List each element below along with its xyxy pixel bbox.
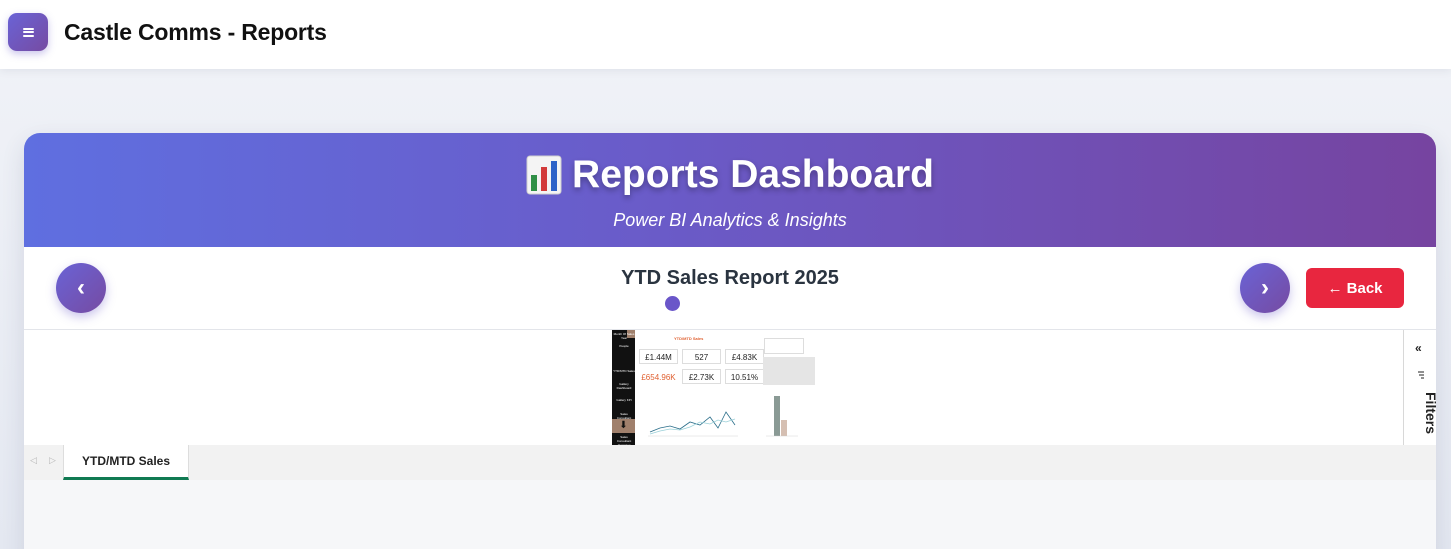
page-tabs-bar: ◁ ▷ YTD/MTD Sales (24, 445, 1436, 480)
report-sidebar-item[interactable]: People (613, 344, 635, 348)
hamburger-icon (22, 27, 34, 37)
reports-card: Reports Dashboard Power BI Analytics & I… (24, 133, 1436, 549)
tab-scroll-left-icon[interactable]: ◁ (30, 455, 37, 466)
report-title: YTD Sales Report 2025 (621, 267, 839, 289)
hero-title: Reports Dashboard (572, 153, 934, 196)
report-navigation: ‹ YTD Sales Report 2025 › ← Back (24, 247, 1436, 330)
report-sidebar: Month Of Sales Year People YTD/MTD Sales… (612, 330, 635, 445)
filters-label[interactable]: Filters (1423, 392, 1436, 434)
kpi-card: £4.83K (725, 349, 764, 364)
report-sidebar-item[interactable]: Gallery KPI (613, 398, 635, 402)
hero-subtitle: Power BI Analytics & Insights (613, 210, 847, 230)
kpi-card: £654.96K (639, 369, 678, 384)
top-bar: Castle Comms - Reports (0, 0, 1451, 69)
report-indicator-dot[interactable] (665, 296, 680, 311)
sales-bar-chart (766, 396, 798, 437)
year-slicer[interactable] (764, 338, 804, 354)
report-sidebar-item[interactable]: Month Of Sales Year (613, 332, 635, 340)
filters-pane[interactable]: « Filters (1403, 330, 1436, 445)
bar-chart-icon (526, 155, 562, 195)
report-sidebar-item[interactable]: Gallery Dashboard (613, 382, 635, 390)
report-canvas[interactable]: Month Of Sales Year People YTD/MTD Sales… (612, 330, 816, 445)
report-heading: YTD/MTD Sales (674, 336, 704, 341)
app-title: Castle Comms - Reports (64, 19, 327, 45)
report-sidebar-item[interactable]: Sales Consultant Overview (613, 435, 635, 445)
sales-line-chart (648, 411, 738, 437)
tab-ytd-mtd-sales[interactable]: YTD/MTD Sales (63, 445, 189, 480)
menu-button[interactable] (8, 13, 48, 51)
next-report-button[interactable]: › (1240, 263, 1290, 313)
kpi-card: 527 (682, 349, 721, 364)
collapse-filters-icon[interactable]: « (1415, 341, 1422, 355)
filter-icon (1418, 371, 1424, 379)
gallery-slicer[interactable] (763, 357, 815, 385)
hero-header: Reports Dashboard Power BI Analytics & I… (24, 133, 1436, 247)
kpi-card: 10.51% (725, 369, 764, 384)
down-arrow-icon: ⬇ (612, 419, 635, 433)
report-sidebar-item[interactable]: YTD/MTD Sales (613, 369, 635, 373)
powerbi-report-viewer[interactable]: Month Of Sales Year People YTD/MTD Sales… (24, 330, 1436, 445)
kpi-card: £1.44M (639, 349, 678, 364)
back-button[interactable]: ← Back (1306, 268, 1404, 308)
tab-scroll-right-icon[interactable]: ▷ (49, 455, 56, 466)
kpi-card: £2.73K (682, 369, 721, 384)
